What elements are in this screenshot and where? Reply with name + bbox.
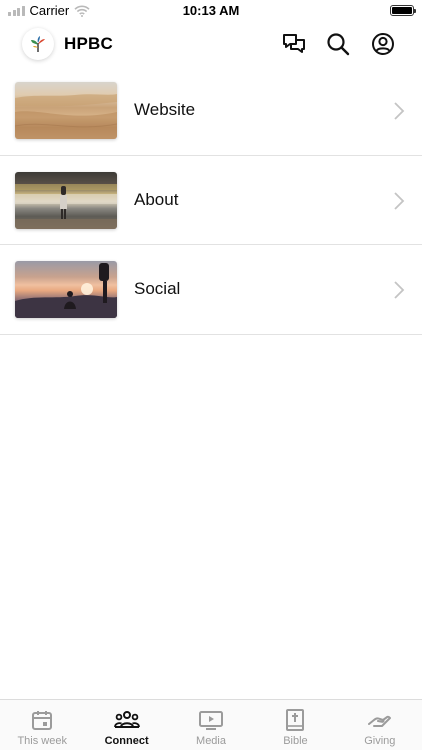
tab-giving[interactable]: Giving — [338, 700, 422, 750]
list-item-label: About — [134, 189, 179, 209]
church-logo — [22, 28, 54, 60]
bible-icon — [286, 709, 305, 731]
profile-icon — [372, 33, 394, 55]
chevron-right-icon — [394, 191, 405, 210]
tab-label: Bible — [283, 735, 308, 747]
list-item-website[interactable]: Website — [0, 66, 422, 156]
tab-connect[interactable]: Connect — [84, 700, 168, 750]
connect-list: Website About Social — [0, 66, 422, 335]
giving-hand-icon — [367, 715, 391, 727]
tab-bible[interactable]: Bible — [253, 700, 337, 750]
tab-bar: This week Connect Media Bible Giving — [0, 699, 422, 750]
calendar-icon — [32, 711, 53, 730]
chat-button[interactable] — [281, 31, 307, 57]
train-platform-thumbnail — [15, 171, 117, 229]
search-button[interactable] — [325, 31, 351, 57]
tab-this-week[interactable]: This week — [0, 700, 84, 750]
tab-label: Media — [196, 735, 226, 747]
list-item-about[interactable]: About — [0, 156, 422, 245]
tab-media[interactable]: Media — [169, 700, 253, 750]
status-bar: Carrier 10:13 AM — [0, 0, 422, 22]
tab-label: Giving — [364, 735, 396, 747]
search-icon — [327, 33, 350, 56]
play-icon — [199, 711, 224, 730]
train-platform-photo — [15, 183, 117, 229]
chevron-right-icon — [394, 102, 405, 120]
status-time: 10:13 AM — [182, 3, 240, 18]
sunset-people-photo — [15, 263, 117, 318]
list-item-label: Social — [134, 279, 181, 298]
desert-dunes-photo — [15, 94, 117, 139]
desert-dunes-thumbnail — [15, 82, 117, 139]
battery-icon — [390, 5, 416, 16]
profile-button[interactable] — [370, 31, 396, 57]
tab-label: Connect — [104, 735, 149, 747]
logo-mark-icon — [31, 36, 45, 52]
list-item-label: Website — [134, 100, 196, 119]
app-title: HPBC — [64, 34, 113, 53]
sunset-people-thumbnail — [15, 261, 117, 318]
tab-label: This week — [17, 735, 67, 747]
app-header: HPBC — [0, 22, 422, 66]
chat-icon — [283, 34, 305, 53]
people-icon — [113, 711, 140, 728]
list-item-social[interactable]: Social — [0, 245, 422, 335]
chevron-right-icon — [394, 281, 405, 299]
